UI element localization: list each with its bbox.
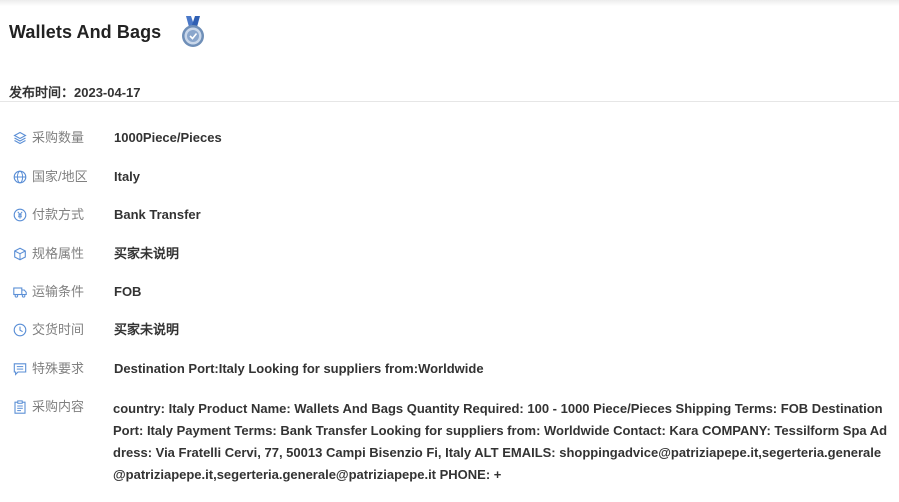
field-specs: 规格属性 买家未说明 [13,246,179,262]
field-label: 运输条件 [32,284,85,299]
purchase-content-text: country: Italy Product Name: Wallets And… [113,401,888,482]
layers-icon [13,131,27,145]
field-quantity: 采购数量 1000Piece/Pieces [13,130,222,146]
message-icon [13,362,27,376]
publish-date-row: 发布时间：2023-04-17 [9,82,141,101]
publish-date-label: 发布时间： [9,85,75,100]
field-value: Bank Transfer [114,207,201,222]
field-label: 采购数量 [32,130,85,145]
field-label: 特殊要求 [32,361,85,376]
medal-icon [178,15,208,49]
divider [0,101,899,102]
field-label: 交货时间 [32,322,85,337]
box-icon [13,247,27,261]
field-value: Italy [114,169,141,184]
top-shadow [0,0,899,6]
globe-icon [13,170,27,184]
field-label: 付款方式 [32,207,85,222]
yuan-coin-icon [13,208,27,222]
publish-date-value: 2023-04-17 [74,85,141,100]
field-delivery-time: 交货时间 买家未说明 [13,322,179,338]
clock-icon [13,323,27,337]
field-label: 采购内容 [32,399,85,414]
field-country: 国家/地区 Italy [13,169,140,185]
field-value: 买家未说明 [114,246,180,261]
field-label: 规格属性 [32,246,85,261]
field-purchase-content: 采购内容 [13,399,114,415]
clipboard-icon [13,400,27,414]
truck-icon [13,285,27,299]
field-payment: 付款方式 Bank Transfer [13,207,201,223]
field-value: Destination Port:Italy Looking for suppl… [114,361,484,376]
title-row: Wallets And Bags [9,14,208,50]
field-label: 国家/地区 [32,169,88,184]
field-value: 买家未说明 [114,322,180,337]
field-shipping: 运输条件 FOB [13,284,141,300]
page-title: Wallets And Bags [9,21,162,42]
field-special-requirements: 特殊要求 Destination Port:Italy Looking for … [13,361,484,377]
field-value: 1000Piece/Pieces [114,130,222,145]
field-value: FOB [114,284,142,299]
